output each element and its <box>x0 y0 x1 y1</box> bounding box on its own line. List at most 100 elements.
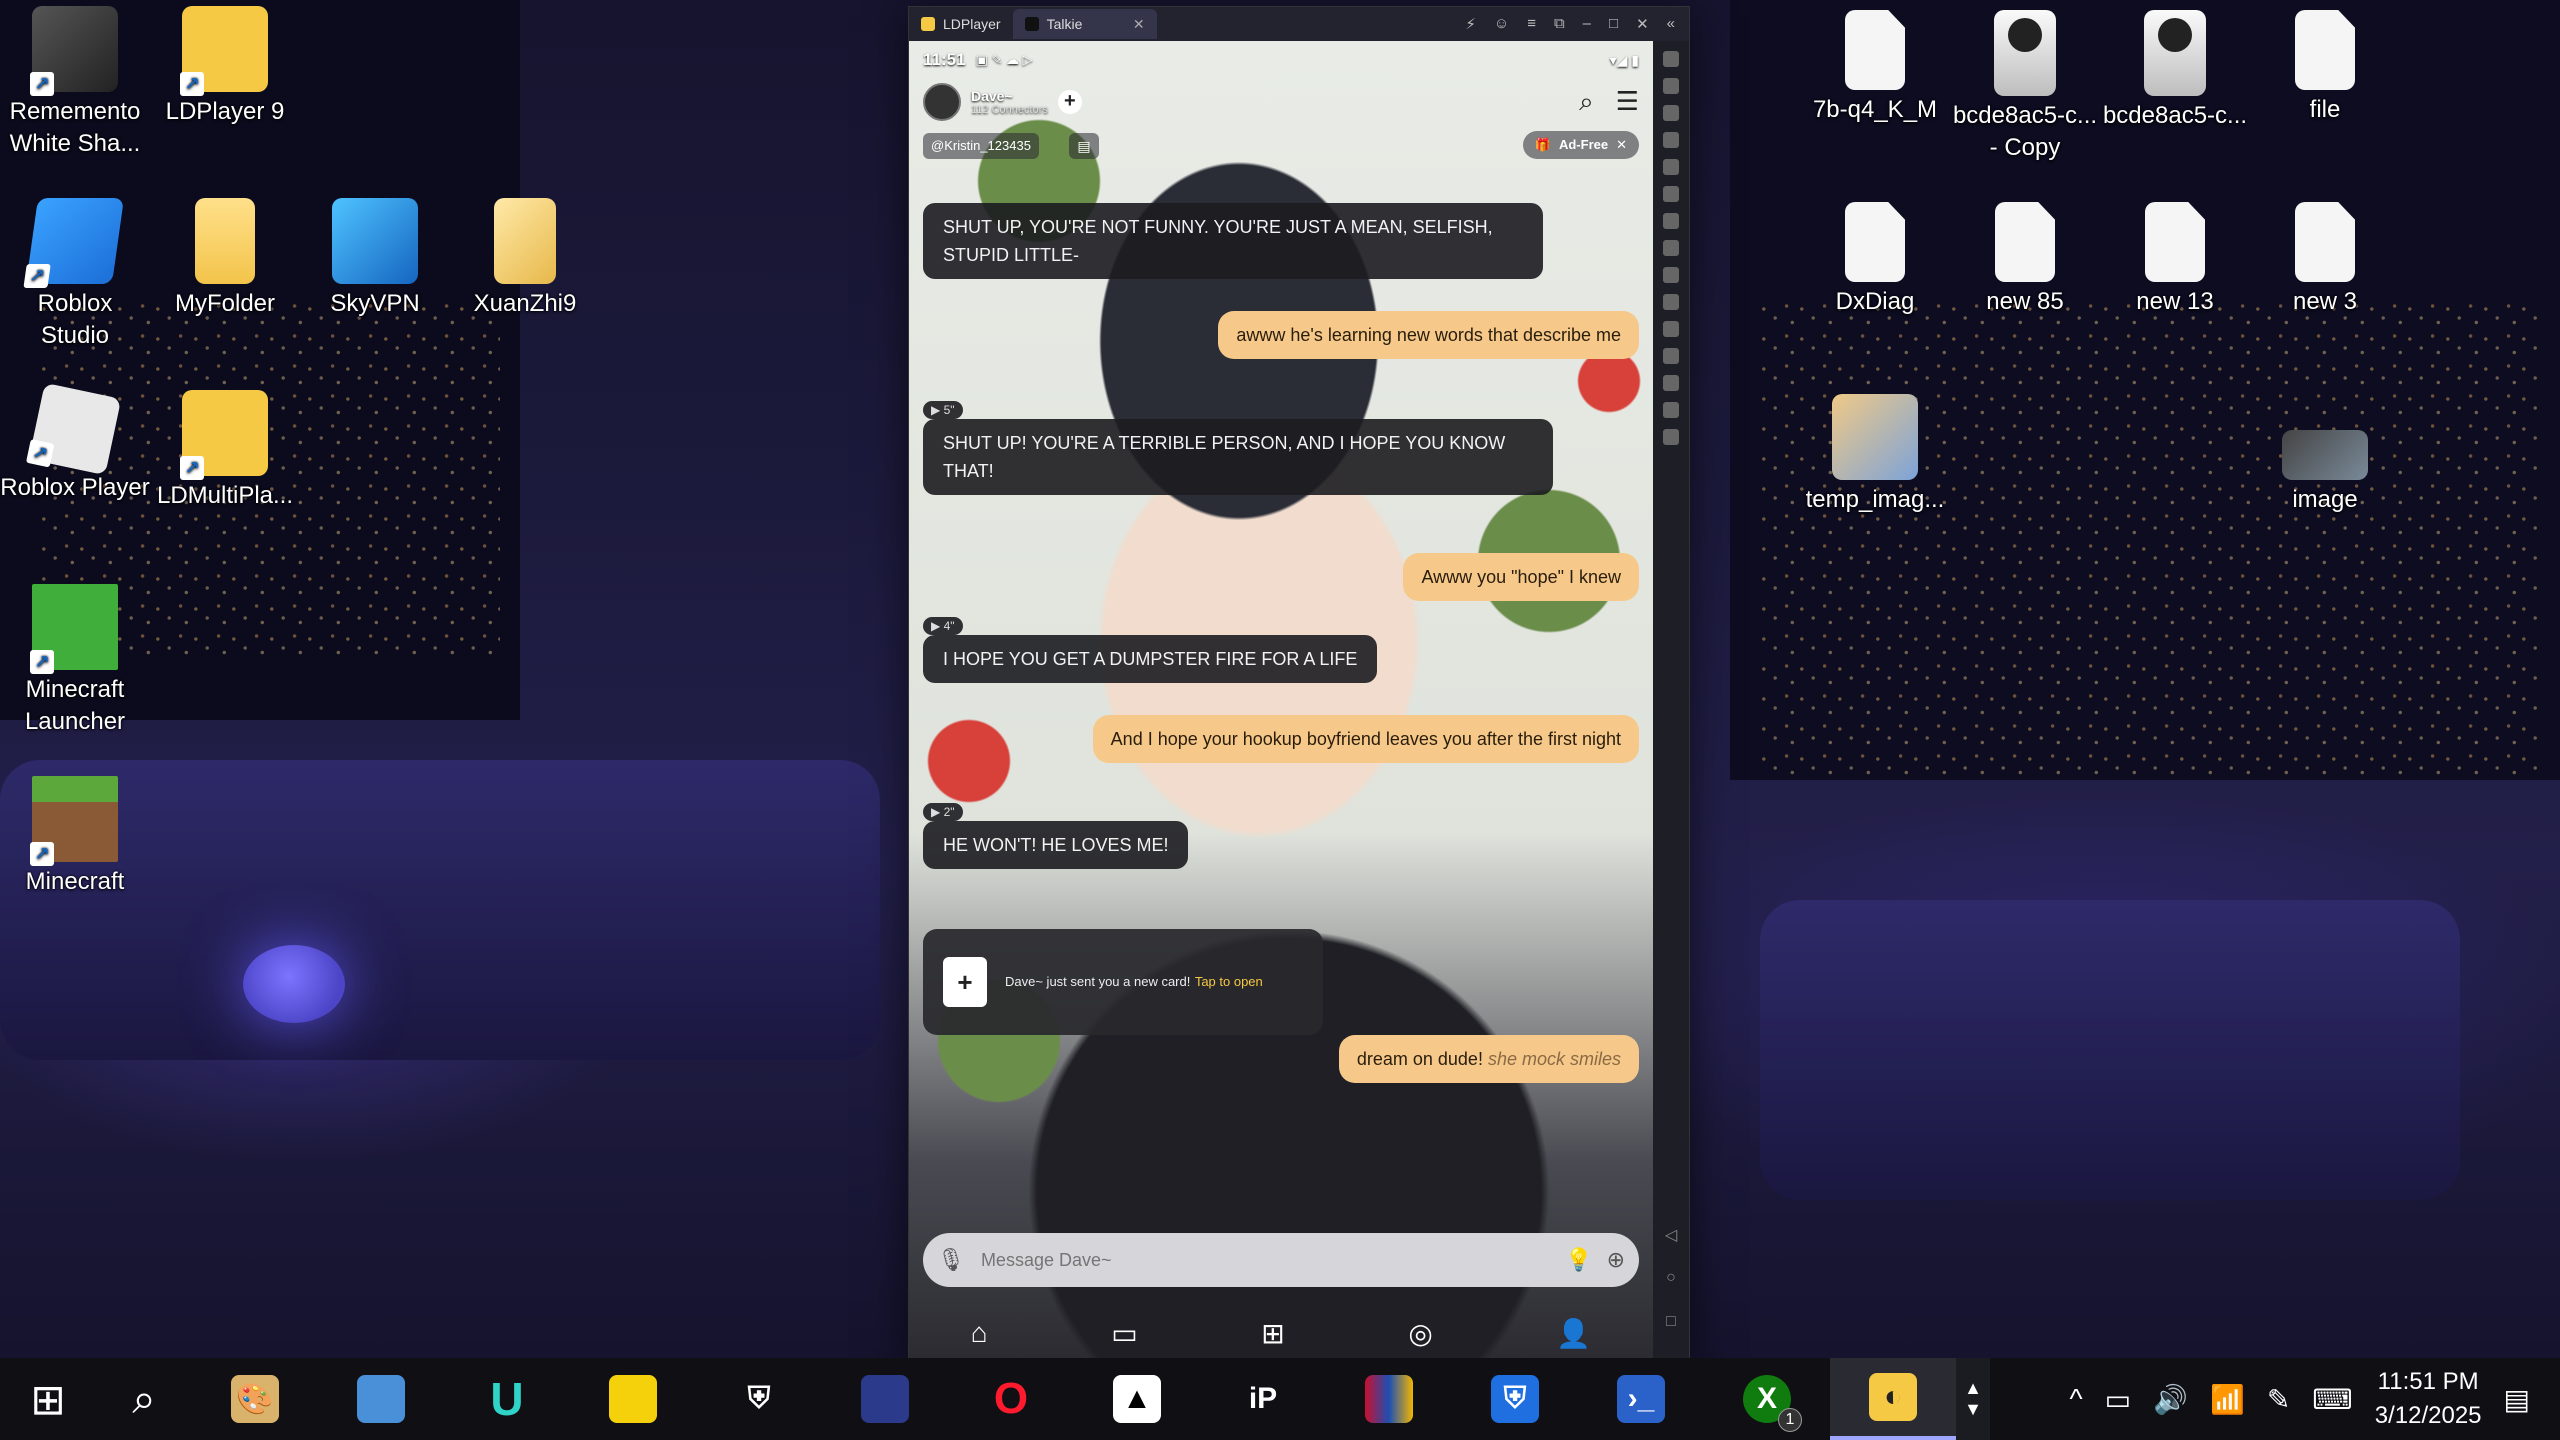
desktop-icon-roblox-studio[interactable]: ↗ Roblox Studio <box>0 198 150 352</box>
user-message[interactable]: And I hope your hookup boyfriend leaves … <box>1092 715 1639 763</box>
minimize-icon[interactable]: – <box>1583 15 1591 33</box>
taskbar-paint[interactable]: 🎨 <box>192 1358 318 1440</box>
taskbar-game[interactable] <box>822 1358 948 1440</box>
ad-free-badge[interactable]: 🎁 Ad-Free ✕ <box>1522 131 1639 159</box>
menu-icon[interactable]: ☰ <box>1616 86 1639 118</box>
desktop-icon-new-85[interactable]: new 85 <box>1950 202 2100 318</box>
desktop-icon-temp-image[interactable]: temp_imag... <box>1800 394 1950 516</box>
desktop-icon-bcde[interactable]: bcde8ac5-c... <box>2100 10 2250 132</box>
desktop-icon-ldplayer[interactable]: ↗ LDPlayer 9 <box>150 6 300 128</box>
sync-icon[interactable] <box>1663 186 1679 202</box>
create-icon[interactable]: ⊞ <box>1261 1317 1284 1350</box>
tap-to-open-link[interactable]: Tap to open <box>1195 974 1263 989</box>
volume-icon[interactable]: 🔊 <box>2153 1383 2188 1416</box>
search-button[interactable]: ⌕ <box>96 1358 192 1440</box>
taskbar-skyvpn[interactable]: ⛨ <box>1452 1358 1578 1440</box>
maximize-icon[interactable]: □ <box>1609 15 1618 33</box>
microphone-icon[interactable]: 🎙 <box>937 1247 965 1273</box>
recent-nav-icon[interactable]: □ <box>1666 1313 1676 1331</box>
chat-icon[interactable]: ▭ <box>1111 1317 1137 1350</box>
lightbulb-icon[interactable]: 💡 <box>1565 1247 1592 1273</box>
desktop-icon-xuanzhi[interactable]: XuanZhi9 <box>450 198 600 320</box>
desktop-icon-roblox-player[interactable]: ↗ Roblox Player <box>0 382 150 504</box>
desktop-icon-ldmultiplayer[interactable]: ↗ LDMultiPla... <box>150 390 300 512</box>
wifi-icon[interactable]: 📶 <box>2210 1383 2245 1416</box>
start-button[interactable]: ⊞ <box>0 1358 96 1440</box>
add-circle-icon[interactable]: ⊕ <box>1607 1247 1625 1273</box>
bot-message[interactable]: SHUT UP! YOU'RE A TERRIBLE PERSON, AND I… <box>923 419 1553 495</box>
scissors-icon[interactable] <box>1663 267 1679 283</box>
back-nav-icon[interactable]: ◁ <box>1665 1225 1677 1245</box>
desktop-icon-myfolder[interactable]: MyFolder <box>150 198 300 320</box>
account-icon[interactable]: ☺ <box>1494 15 1509 33</box>
voice-play-tag[interactable]: ▶ 5" <box>923 401 963 419</box>
desktop-icon-minecraft-launcher[interactable]: ↗ Minecraft Launcher <box>0 584 150 738</box>
home-nav-icon[interactable]: ○ <box>1666 1269 1676 1287</box>
taskbar-opera[interactable]: O <box>948 1358 1074 1440</box>
explore-icon[interactable]: ◎ <box>1408 1317 1432 1350</box>
record-icon[interactable] <box>1663 213 1679 229</box>
desktop-icon-7b-q4[interactable]: 7b-q4_K_M <box>1800 10 1950 126</box>
desktop-icon-rememento[interactable]: ↗ Rememento White Sha... <box>0 6 150 160</box>
folder-icon[interactable] <box>1663 375 1679 391</box>
avatar[interactable] <box>923 83 961 121</box>
taskbar-winrar[interactable] <box>1326 1358 1452 1440</box>
user-message[interactable]: Awww you "hope" I knew <box>1403 553 1639 601</box>
desktop-icon-skyvpn[interactable]: SkyVPN <box>300 198 450 320</box>
desktop-icon-new-3[interactable]: new 3 <box>2250 202 2400 318</box>
operation-icon[interactable]: ⚡ <box>1465 15 1476 33</box>
keyboard-icon[interactable]: ⌨ <box>2312 1383 2352 1416</box>
taskbar-ibis-paint[interactable]: iP <box>1200 1358 1326 1440</box>
memo-icon[interactable]: ▤ <box>1069 133 1099 159</box>
desktop-icon-file[interactable]: file <box>2250 10 2400 126</box>
user-message[interactable]: awww he's learning new words that descri… <box>1218 311 1639 359</box>
voice-play-tag[interactable]: ▶ 2" <box>923 803 963 821</box>
taskbar-xbox[interactable]: X 1 <box>1704 1358 1830 1440</box>
menu-icon[interactable]: ≡ <box>1527 15 1536 33</box>
battery-icon[interactable]: ▭ <box>2105 1383 2131 1416</box>
bot-message[interactable]: I HOPE YOU GET A DUMPSTER FIRE FOR A LIF… <box>923 635 1378 683</box>
restore-icon[interactable]: ⧉ <box>1554 15 1565 33</box>
taskbar-security[interactable]: ⛨ <box>696 1358 822 1440</box>
tab-ldplayer[interactable]: LDPlayer <box>909 9 1013 39</box>
volume-up-icon[interactable] <box>1663 105 1679 121</box>
user-message[interactable]: dream on dude! she mock smiles <box>1338 1035 1639 1083</box>
taskbar-sticky-notes[interactable] <box>570 1358 696 1440</box>
taskbar-ldplayer[interactable]: ◐ <box>1830 1358 1956 1440</box>
collapse-sidebar-icon[interactable]: « <box>1667 15 1675 33</box>
screenshot-icon[interactable] <box>1663 159 1679 175</box>
macro-icon[interactable] <box>1663 321 1679 337</box>
taskbar-control-panel[interactable] <box>318 1358 444 1440</box>
desktop-icon-image[interactable]: image <box>2250 394 2400 516</box>
desktop-icon-minecraft[interactable]: ↗ Minecraft <box>0 776 150 898</box>
profile-icon[interactable]: 👤 <box>1556 1317 1591 1350</box>
volume-down-icon[interactable] <box>1663 132 1679 148</box>
settings-icon[interactable] <box>1663 51 1679 67</box>
multi-instance-icon[interactable] <box>1663 429 1679 445</box>
pen-icon[interactable]: ✎ <box>2267 1383 2290 1416</box>
home-icon[interactable]: ⌂ <box>971 1317 988 1349</box>
user-handle-chip[interactable]: @Kristin_123435 <box>923 133 1039 159</box>
close-tab-icon[interactable]: ✕ <box>1133 16 1145 33</box>
bot-message[interactable]: SHUT UP, YOU'RE NOT FUNNY. YOU'RE JUST A… <box>923 203 1543 279</box>
apk-icon[interactable] <box>1663 240 1679 256</box>
taskbar-scroll[interactable]: ▲ ▼ <box>1956 1358 1990 1440</box>
close-icon[interactable]: ✕ <box>1616 131 1627 159</box>
new-card-message[interactable]: + Dave~ just sent you a new card! Tap to… <box>923 929 1323 1035</box>
bot-message[interactable]: HE WON'T! HE LOVES ME! <box>923 821 1189 869</box>
taskbar-u-app[interactable]: U <box>444 1358 570 1440</box>
shake-icon[interactable] <box>1663 348 1679 364</box>
desktop-icon-new-13[interactable]: new 13 <box>2100 202 2250 318</box>
desktop-icon-bcde-copy[interactable]: bcde8ac5-c... - Copy <box>1950 10 2100 164</box>
taskbar-inkscape[interactable]: ▲ <box>1074 1358 1200 1440</box>
keyboard-icon[interactable] <box>1663 78 1679 94</box>
voice-play-tag[interactable]: ▶ 4" <box>923 617 963 635</box>
close-icon[interactable]: ✕ <box>1636 15 1649 33</box>
desktop-icon-dxdiag[interactable]: DxDiag <box>1800 202 1950 318</box>
chevron-up-icon[interactable]: ^ <box>2070 1383 2083 1415</box>
follow-plus-icon[interactable]: + <box>1057 90 1082 114</box>
video-icon[interactable] <box>1663 294 1679 310</box>
taskbar-powershell[interactable]: ›_ <box>1578 1358 1704 1440</box>
search-icon[interactable]: ⌕ <box>1579 86 1594 118</box>
message-input[interactable] <box>978 1248 1552 1272</box>
